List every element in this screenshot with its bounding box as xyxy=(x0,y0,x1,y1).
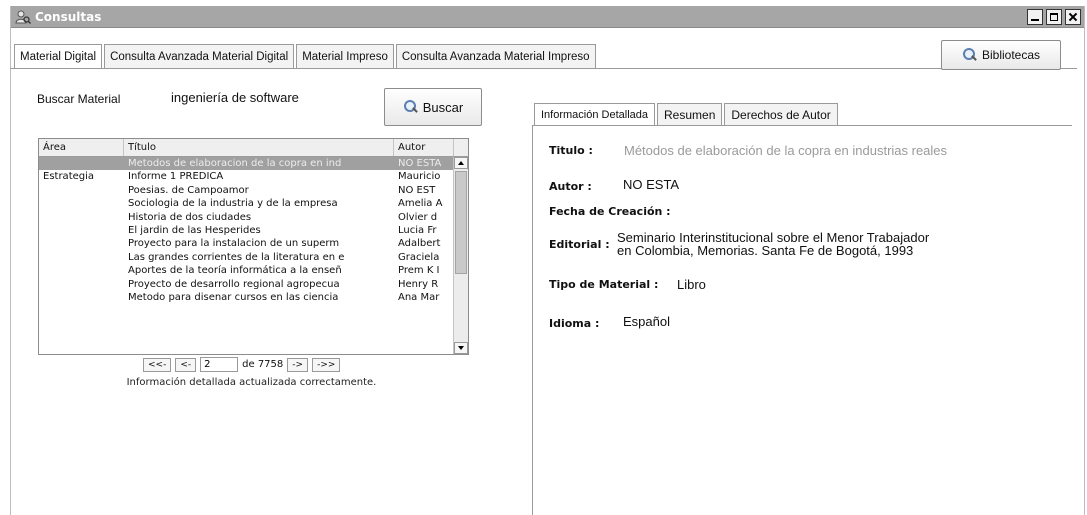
tab-material-impreso[interactable]: Material Impreso xyxy=(296,44,394,68)
cell-titulo: Historia de dos ciudades xyxy=(128,211,252,223)
fecha-label: Fecha de Creación : xyxy=(549,205,671,218)
table-row[interactable]: Historia de dos ciudades Olvier d xyxy=(39,211,468,224)
cell-autor: Prem K I xyxy=(398,265,440,277)
cell-titulo: Metodos de elaboracion de la copra en in… xyxy=(128,158,342,169)
last-page-button[interactable]: ->> xyxy=(312,357,341,372)
cell-area xyxy=(39,184,124,197)
table-row[interactable]: Estrategia Informe 1 PREDICA Mauricio xyxy=(39,170,468,183)
table-row[interactable]: Poesias. de Campoamor NO EST xyxy=(39,184,468,197)
magnifier-icon xyxy=(962,47,978,63)
cell-titulo: Proyecto de desarrollo regional agropecu… xyxy=(128,278,340,290)
close-button[interactable] xyxy=(1065,9,1081,25)
column-header-titulo[interactable]: Título xyxy=(124,139,394,156)
search-input[interactable] xyxy=(167,86,371,108)
cell-titulo: Aportes de la teoría informática a la en… xyxy=(128,265,342,277)
results-scrollbar[interactable] xyxy=(453,157,468,354)
tab-resumen[interactable]: Resumen xyxy=(657,103,723,125)
titulo-value: Métodos de elaboración de la copra en in… xyxy=(624,143,948,158)
table-row[interactable]: Aportes de la teoría informática a la en… xyxy=(39,264,468,277)
cell-titulo: Sociologia de la industria y de la empre… xyxy=(128,198,338,210)
table-row[interactable]: El jardin de las Hesperides Lucia Fr xyxy=(39,224,468,237)
column-header-autor[interactable]: Autor xyxy=(394,139,454,156)
idioma-value: Español xyxy=(623,314,670,329)
cell-titulo: Metodo para disenar cursos en las cienci… xyxy=(128,291,339,303)
table-row[interactable]: Proyecto de desarrollo regional agropecu… xyxy=(39,278,468,291)
cell-titulo: Poesias. de Campoamor xyxy=(128,184,249,196)
cell-autor: Lucia Fr xyxy=(398,224,437,236)
table-header: Área Título Autor xyxy=(39,139,468,157)
cell-titulo: Proyecto para la instalacion de un super… xyxy=(128,238,340,250)
cell-area xyxy=(39,278,124,291)
first-page-button[interactable]: <<- xyxy=(143,357,172,372)
bibliotecas-label: Bibliotecas xyxy=(981,48,1041,62)
titulo-label: Titulo : xyxy=(549,144,593,157)
scroll-thumb[interactable] xyxy=(455,171,467,274)
detail-panel xyxy=(532,125,1072,515)
idioma-label: Idioma : xyxy=(549,317,600,330)
table-row[interactable]: Metodo para disenar cursos en las cienci… xyxy=(39,291,468,304)
tab-divider xyxy=(10,68,1077,69)
detail-tabs: Información Detallada Resumen Derechos d… xyxy=(534,103,840,125)
tab-derechos-de-autor[interactable]: Derechos de Autor xyxy=(724,103,838,125)
cell-autor: Olvier d xyxy=(398,211,438,223)
cell-area xyxy=(39,211,124,224)
cell-autor: Adalbert xyxy=(398,238,441,250)
cell-area xyxy=(39,251,124,264)
cell-area xyxy=(39,264,124,277)
cell-area xyxy=(39,237,124,250)
cell-autor: NO EST xyxy=(398,184,436,196)
cell-area xyxy=(39,157,124,170)
prev-page-button[interactable]: <- xyxy=(175,357,197,372)
bibliotecas-button[interactable]: Bibliotecas xyxy=(941,40,1061,70)
tab-informacion-detallada[interactable]: Información Detallada xyxy=(534,103,656,125)
window-title: Consultas xyxy=(35,10,102,24)
buscar-label: Buscar xyxy=(422,99,464,115)
minimize-button[interactable] xyxy=(1027,9,1043,25)
cell-titulo: El jardin de las Hesperides xyxy=(128,224,261,236)
cell-titulo: Informe 1 PREDICA xyxy=(128,171,224,183)
window-controls xyxy=(1027,9,1081,25)
title-bar: Consultas xyxy=(11,6,1084,28)
cell-titulo: Las grandes corrientes de la literatura … xyxy=(128,251,345,263)
cell-area xyxy=(39,197,124,210)
scroll-up-arrow-icon[interactable] xyxy=(454,157,468,169)
cell-autor: Mauricio xyxy=(398,171,441,183)
page-count-label: de 7758 xyxy=(242,359,284,370)
table-body: Metodos de elaboracion de la copra en in… xyxy=(39,157,468,304)
cell-area xyxy=(39,291,124,304)
tipo-value: Libro xyxy=(677,277,706,292)
results-table: Área Título Autor Metodos de elaboracion… xyxy=(38,138,469,355)
editorial-label: Editorial : xyxy=(549,238,610,251)
status-message: Información detallada actualizada correc… xyxy=(126,377,377,388)
cell-autor: Amelia A xyxy=(398,198,443,210)
cell-autor: NO ESTA xyxy=(398,158,442,169)
table-row[interactable]: Sociologia de la industria y de la empre… xyxy=(39,197,468,210)
editorial-value-line2: en Colombia, Memorias. Santa Fe de Bogot… xyxy=(617,243,914,258)
maximize-button[interactable] xyxy=(1046,9,1062,25)
magnifier-icon xyxy=(403,99,419,115)
pager: <<- <- de 7758 -> ->> xyxy=(143,357,341,372)
cell-area: Estrategia xyxy=(43,171,95,183)
buscar-button[interactable]: Buscar xyxy=(384,88,482,126)
search-label: Buscar Material xyxy=(37,92,121,106)
table-row[interactable]: Proyecto para la instalacion de un super… xyxy=(39,237,468,250)
autor-value: NO ESTA xyxy=(623,177,680,192)
autor-label: Autor : xyxy=(549,180,592,193)
scroll-down-arrow-icon[interactable] xyxy=(454,342,468,354)
main-tabs: Material Digital Consulta Avanzada Mater… xyxy=(14,44,598,69)
tipo-label: Tipo de Material : xyxy=(549,278,659,291)
tab-material-digital[interactable]: Material Digital xyxy=(14,44,103,69)
cell-autor: Henry R xyxy=(398,278,439,290)
tab-consulta-avanzada-digital[interactable]: Consulta Avanzada Material Digital xyxy=(104,44,295,68)
cell-area xyxy=(39,224,124,237)
person-search-icon xyxy=(15,10,31,24)
page-number-input[interactable] xyxy=(200,357,239,372)
cell-autor: Ana Mar xyxy=(398,291,440,303)
table-row[interactable]: Metodos de elaboracion de la copra en in… xyxy=(39,157,468,171)
column-header-area[interactable]: Área xyxy=(39,139,124,156)
next-page-button[interactable]: -> xyxy=(287,357,309,372)
table-row[interactable]: Las grandes corrientes de la literatura … xyxy=(39,251,468,264)
tab-consulta-avanzada-impreso[interactable]: Consulta Avanzada Material Impreso xyxy=(395,44,596,68)
cell-autor: Graciela xyxy=(398,251,440,263)
